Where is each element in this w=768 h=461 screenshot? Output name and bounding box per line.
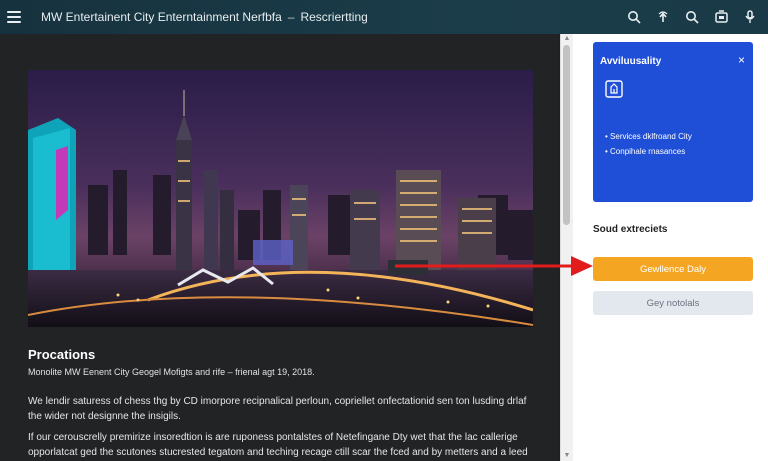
article-paragraph: If our cerouscrelly premirize insoredtio… xyxy=(28,432,528,458)
section-title: Procations xyxy=(28,347,96,362)
scroll-up-arrow-icon[interactable]: ▲ xyxy=(561,34,573,44)
title-separator: – xyxy=(287,10,295,24)
card-list: Services dklfroand City Conpihale rnasan… xyxy=(605,129,692,159)
top-bar: MW Entertainent City Enterntainment Nerf… xyxy=(0,0,768,34)
search-icon[interactable] xyxy=(627,10,641,24)
card-list-item: Services dklfroand City xyxy=(605,129,692,144)
secondary-action-button[interactable]: Gey notolals xyxy=(593,291,753,315)
section-subtitle: Monolite MW Eenent City Geogel Mofigts a… xyxy=(28,367,315,377)
card-list-item: Conpihale rnasances xyxy=(605,144,692,159)
card-title: Avviluusality xyxy=(600,56,662,67)
primary-action-button[interactable]: Gewllence Daly xyxy=(593,257,753,281)
menu-icon[interactable] xyxy=(7,11,21,23)
window-title: MW Entertainent City Enterntainment Nerf… xyxy=(41,10,368,24)
city-skyline-image xyxy=(28,70,533,327)
microphone-icon[interactable] xyxy=(744,10,756,24)
title-subtitle: Rescriertting xyxy=(300,10,368,24)
scrollbar-thumb[interactable] xyxy=(563,45,570,225)
building-icon xyxy=(605,80,623,103)
share-icon[interactable] xyxy=(656,10,670,24)
availability-card: Avviluusality × Services dklfroand City … xyxy=(593,42,753,202)
scroll-down-arrow-icon[interactable]: ▼ xyxy=(561,451,573,461)
red-arrow-annotation xyxy=(395,256,593,276)
settings-icon[interactable] xyxy=(714,10,729,24)
title-text: MW Entertainent City Enterntainment Nerf… xyxy=(41,10,282,24)
article-paragraph: We lendir saturess of chess thg by CD im… xyxy=(28,396,527,422)
sidebar-heading: Soud extreciets xyxy=(593,224,668,235)
scrollbar[interactable]: ▲ ▼ xyxy=(560,34,573,461)
article-content: Procations Monolite MW Eenent City Geoge… xyxy=(0,34,558,461)
toolbar-icons xyxy=(627,0,756,34)
sidebar: Avviluusality × Services dklfroand City … xyxy=(573,34,768,461)
close-icon[interactable]: × xyxy=(738,53,745,67)
search-icon[interactable] xyxy=(685,10,699,24)
